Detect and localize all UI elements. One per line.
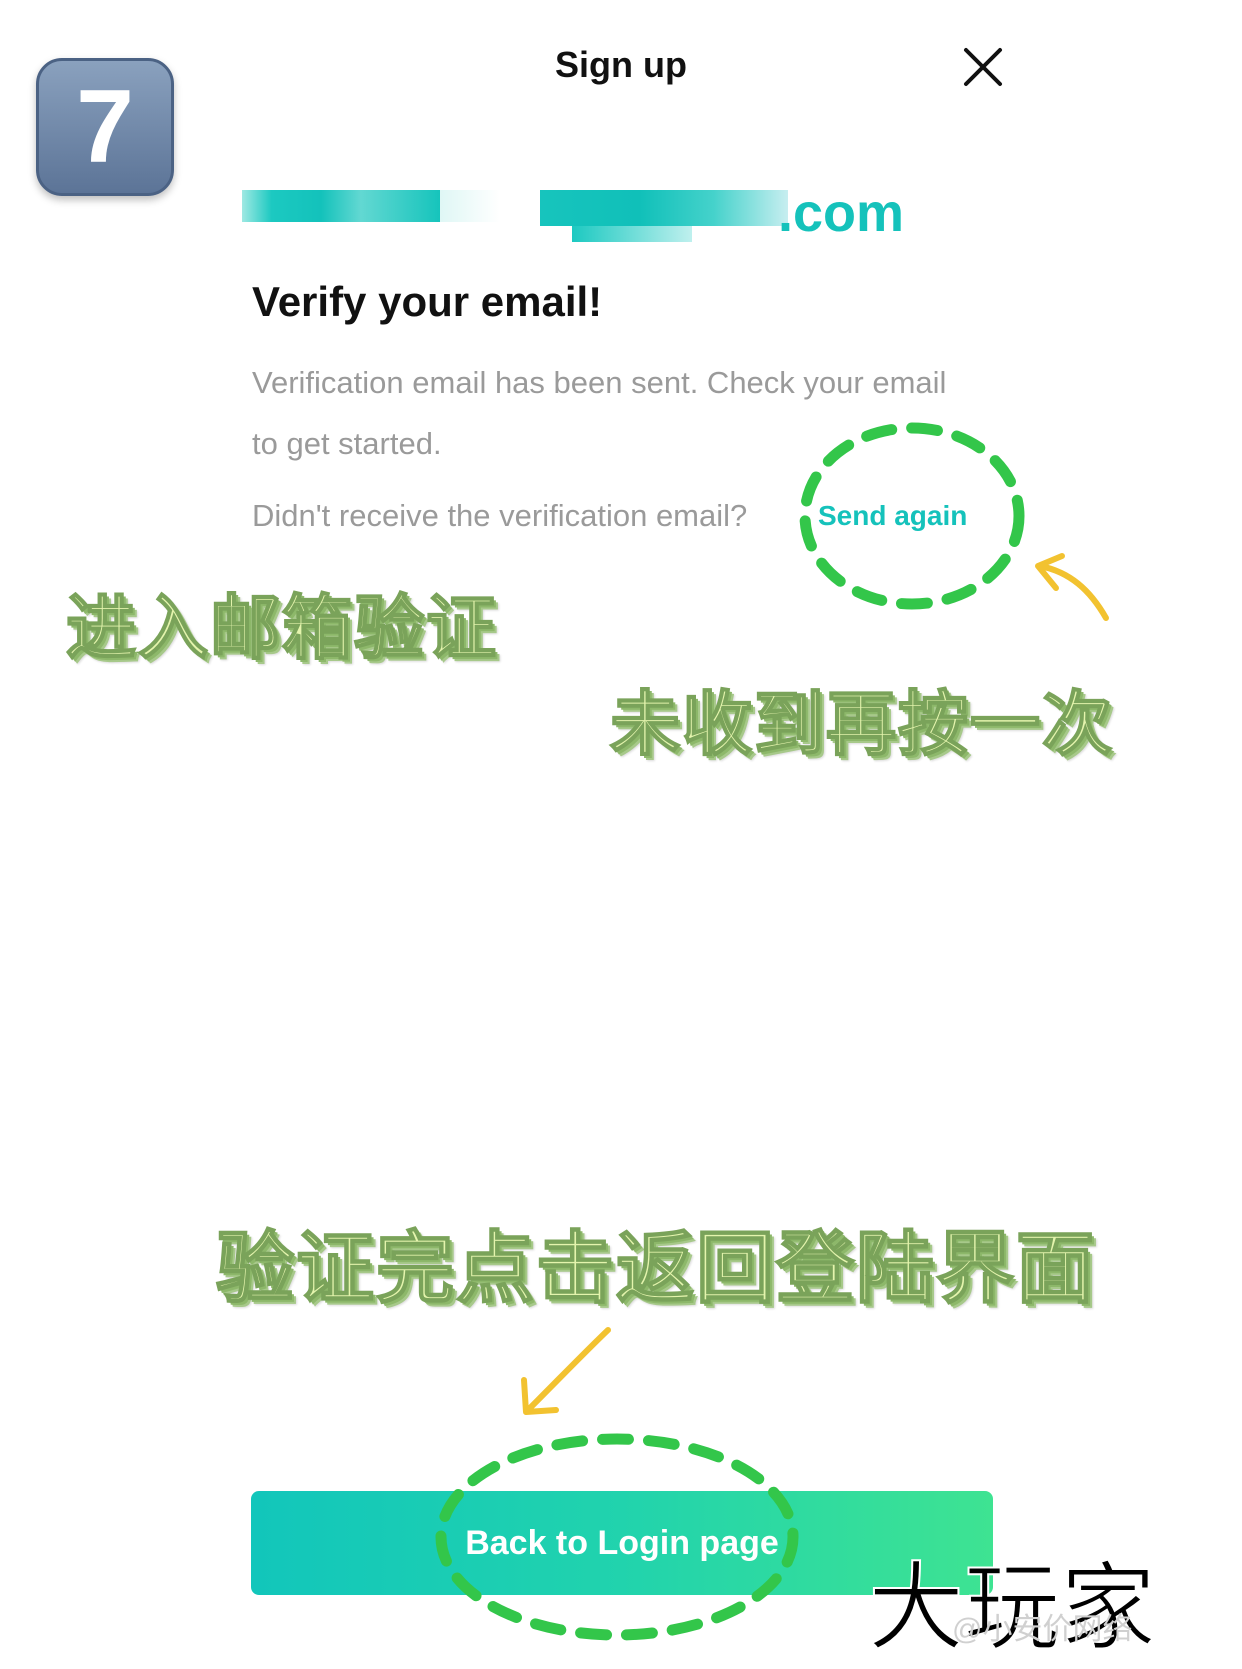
watermark-handle: @小安价网络 <box>952 1613 1133 1646</box>
verify-heading: Verify your email! <box>252 278 603 325</box>
email-address: .com <box>242 182 922 256</box>
redacted-email-part <box>242 190 440 222</box>
step-number: 7 <box>76 69 134 185</box>
redacted-email-part <box>540 190 788 226</box>
redacted-email-part <box>440 190 500 222</box>
watermark-logo: 大玩家 <box>867 1551 1157 1665</box>
verify-description: Verification email has been sent. Check … <box>252 365 947 461</box>
email-domain-suffix: .com <box>778 183 905 243</box>
redacted-email-part <box>572 226 692 242</box>
resend-prompt: Didn't receive the verification email? <box>252 498 748 533</box>
arrowhead-icon <box>521 1377 559 1415</box>
annotation-enter-mailbox: 进入邮箱验证 <box>65 586 498 670</box>
annotation-not-received: 未收到再按一次 <box>609 682 1114 766</box>
arrow-icon <box>1037 563 1109 621</box>
arrowhead-icon <box>1035 553 1065 591</box>
page-title: Sign up <box>555 44 687 85</box>
arrow-icon <box>527 1327 611 1411</box>
send-again-link[interactable]: Send again <box>818 500 967 532</box>
annotation-after-verify: 验证完点击返回登陆界面 <box>215 1223 1097 1315</box>
close-icon[interactable] <box>960 44 1006 90</box>
